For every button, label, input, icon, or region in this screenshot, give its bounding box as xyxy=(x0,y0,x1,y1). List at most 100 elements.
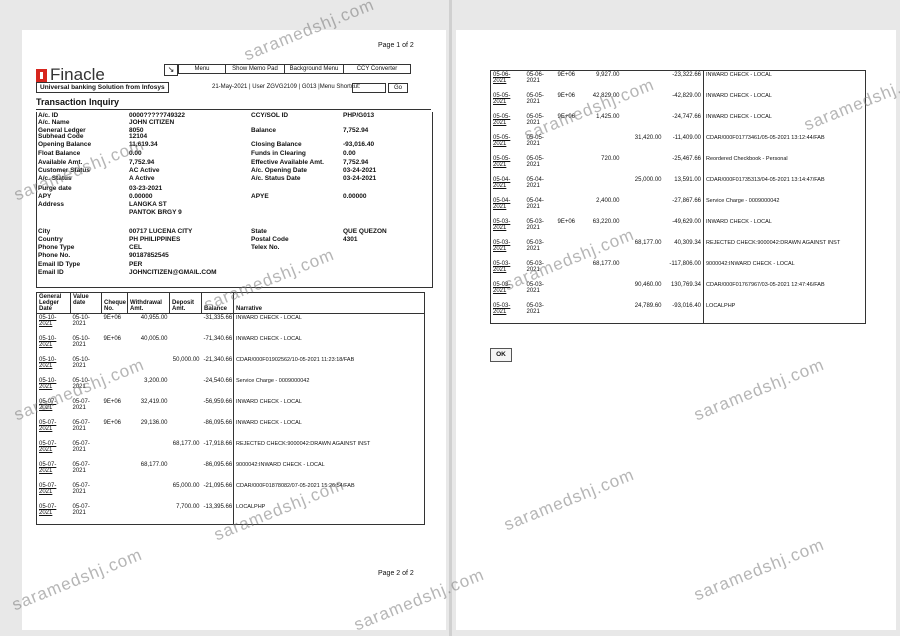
cell-date[interactable]: 05-03-2021 xyxy=(491,302,525,324)
value: QUE QUEZON xyxy=(343,228,387,235)
cell-date[interactable]: 05-10-2021 xyxy=(37,314,71,336)
cell-bal: -17,918.66 xyxy=(203,441,233,447)
cell-date[interactable]: 05-04-2021 xyxy=(491,197,525,218)
go-button[interactable]: Go xyxy=(388,83,408,93)
cell-bal: -86,095.66 xyxy=(203,462,233,468)
cell-wd: 29,136.00 xyxy=(140,420,168,426)
value: 0.00 xyxy=(343,150,356,157)
label: APYE xyxy=(251,193,269,200)
background-menu-button[interactable]: Background Menu xyxy=(284,64,344,74)
menu-button[interactable]: Menu xyxy=(178,64,226,74)
label: Float Balance xyxy=(38,150,81,157)
cell-bal: -86,095.66 xyxy=(203,420,233,426)
label: Email ID xyxy=(38,269,64,276)
column-header: Cheque No. xyxy=(101,292,128,314)
cell-date[interactable]: 05-10-2021 xyxy=(37,356,71,377)
cell-date[interactable]: 05-03-2021 xyxy=(491,239,525,260)
cell-value: 05-07-2021 xyxy=(72,441,90,453)
cell-nar: CDAR/000F01735313/04-05-2021 13:14:47/FA… xyxy=(703,176,866,197)
page-title: Transaction Inquiry xyxy=(36,97,120,107)
label: A/c. Opening Date xyxy=(251,167,307,174)
cell-wd: 68,177.00 xyxy=(140,462,168,468)
cell-nar: INWARD CHECK - LOCAL xyxy=(703,70,866,92)
cell-nar: INWARD CHECK - LOCAL xyxy=(703,218,866,239)
table-row: 05-04-2021 05-04-2021 25,000.00 13,591.00 CD… xyxy=(491,176,866,197)
label: Subhead Code xyxy=(38,133,84,140)
label: City xyxy=(38,228,51,235)
cell-nar: INWARD CHECK - LOCAL xyxy=(233,313,425,335)
table-row: 05-05-2021 05-05-2021 9E+06 42,829.00 -42,82… xyxy=(491,92,866,113)
cell-date[interactable]: 05-05-2021 xyxy=(491,113,525,134)
show-memo-pad-button[interactable]: Show Memo Pad xyxy=(225,64,285,74)
table-row: 05-03-2021 05-03-2021 68,177.00 40,309.34 RE… xyxy=(491,239,866,260)
label: Country xyxy=(38,236,63,243)
cell-cheque xyxy=(102,482,128,503)
label: Phone No. xyxy=(38,252,71,259)
cell-date[interactable]: 05-05-2021 xyxy=(491,155,525,176)
cell-value: 05-07-2021 xyxy=(72,462,90,474)
cell-wd xyxy=(128,503,170,525)
label: Telex No. xyxy=(251,244,280,251)
label: Postal Code xyxy=(251,236,289,243)
title-rule xyxy=(36,109,431,110)
cell-date[interactable]: 05-04-2021 xyxy=(491,176,525,197)
cell-bal: -21,340.66 xyxy=(203,357,233,363)
cell-date[interactable]: 05-10-2021 xyxy=(37,335,71,356)
value: A Active xyxy=(129,175,155,182)
ccy-converter-button[interactable]: CCY Converter xyxy=(343,64,411,74)
cell-date[interactable]: 05-03-2021 xyxy=(491,218,525,239)
cell-dep xyxy=(170,419,202,440)
cell-date[interactable]: 05-05-2021 xyxy=(491,92,525,113)
table-row: 05-07-2021 05-07-2021 68,177.00 -17,918.66 R… xyxy=(37,440,425,461)
cell-nar: 9000042:INWARD CHECK - LOCAL xyxy=(703,260,866,281)
cell-wd: 40,005.00 xyxy=(140,336,168,342)
cell-bal: -23,322.66 xyxy=(672,72,701,78)
cell-cheque: 9E+06 xyxy=(557,219,576,225)
cell-date[interactable]: 05-07-2021 xyxy=(37,440,71,461)
cell-dep: 7,700.00 xyxy=(176,504,200,510)
cell-bal: -31,335.66 xyxy=(203,315,233,321)
cell-date[interactable]: 05-07-2021 xyxy=(37,482,71,503)
cell-nar: Reordered Checkbook - Personal xyxy=(703,155,866,176)
cell-date[interactable]: 05-07-2021 xyxy=(37,503,71,525)
cell-value: 05-05-2021 xyxy=(526,93,544,105)
cell-value: 05-07-2021 xyxy=(72,420,90,432)
cell-dep: 68,177.00 xyxy=(172,441,200,447)
cell-dep xyxy=(622,155,664,176)
cell-value: 05-03-2021 xyxy=(526,219,544,231)
cell-date[interactable]: 05-07-2021 xyxy=(37,419,71,440)
cell-bal: -11,409.00 xyxy=(672,135,701,141)
value: -93,016.40 xyxy=(343,141,375,148)
cell-cheque xyxy=(556,197,580,218)
column-header: Deposit Amt. xyxy=(169,292,202,314)
value: JOHN CITIZEN xyxy=(129,119,175,126)
value: 0.00000 xyxy=(129,193,153,200)
cell-date[interactable]: 05-07-2021 xyxy=(37,461,71,482)
cell-cheque xyxy=(102,440,128,461)
cell-bal: -117,806.00 xyxy=(669,261,701,267)
cell-wd xyxy=(580,176,622,197)
menu-shortcut-input[interactable] xyxy=(352,83,386,93)
cell-value: 05-04-2021 xyxy=(526,198,544,210)
cell-date[interactable]: 05-06-2021 xyxy=(491,71,525,93)
label: A/c. ID xyxy=(38,112,59,119)
table-row: 05-06-2021 05-06-2021 9E+06 9,927.00 -23,322… xyxy=(491,70,866,93)
cell-nar: INWARD CHECK - LOCAL xyxy=(233,419,425,440)
ok-button[interactable]: OK xyxy=(490,348,512,362)
cell-date[interactable]: 05-05-2021 xyxy=(491,134,525,155)
cell-wd: 40,955.00 xyxy=(140,315,168,321)
cell-dep xyxy=(622,260,664,281)
table-row: 05-07-2021 05-07-2021 9E+06 29,136.00 -86,09… xyxy=(37,419,425,440)
cell-bal: -27,867.66 xyxy=(672,198,701,204)
value: PHP/G013 xyxy=(343,112,375,119)
cell-value: 05-07-2021 xyxy=(72,504,90,516)
label: CCY/SOL ID xyxy=(251,112,289,119)
column-header: Withdrawal Amt. xyxy=(127,292,170,314)
pin-icon[interactable]: ↘ xyxy=(164,64,178,76)
value: JOHNCITIZEN@GMAIL.COM xyxy=(129,269,217,276)
cell-wd: 2,400.00 xyxy=(596,198,620,204)
user-info-line: 21-May-2021 | User ZGVG2109 | G013 |Menu… xyxy=(212,84,361,90)
statement-page-1: Page 1 of 2 Finacle Universal banking So… xyxy=(22,30,446,630)
table-row: 05-03-2021 05-03-2021 9E+06 63,220.00 -49,62… xyxy=(491,218,866,239)
cell-value: 05-07-2021 xyxy=(72,483,90,495)
